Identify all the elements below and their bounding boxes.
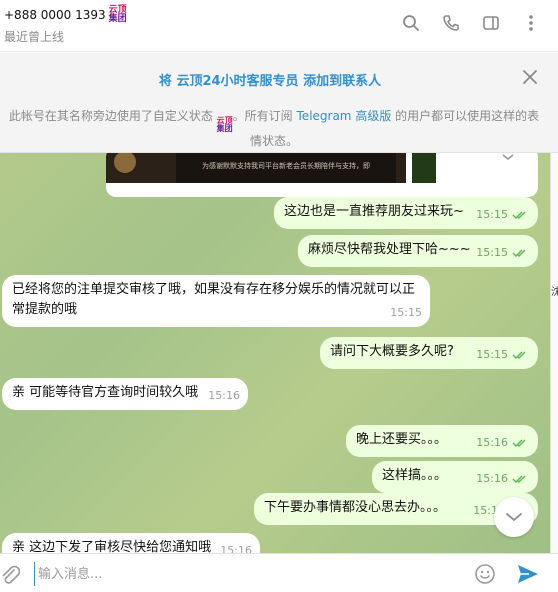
double-check-icon bbox=[512, 249, 526, 258]
message-text: 请问下大概要多久呢? bbox=[330, 344, 454, 359]
message-meta: 15:16 bbox=[208, 386, 240, 406]
message-text: 已经将您的注单提交审核了哦，如果没有存在移分娱乐的情况就可以正常提款的哦 bbox=[12, 282, 416, 317]
last-seen-status: 最近曾上线 bbox=[4, 30, 65, 44]
scroll-to-bottom-button[interactable] bbox=[494, 497, 534, 537]
chat-title[interactable]: +888 0000 1393 云顶 集团 bbox=[4, 6, 127, 24]
chat-header: +888 0000 1393 云顶 集团 最近曾上线 bbox=[0, 0, 558, 52]
sidebar-toggle-icon[interactable] bbox=[480, 12, 502, 34]
double-check-icon bbox=[512, 439, 526, 448]
message-meta: 15:16 bbox=[476, 433, 530, 453]
contact-logo: 云顶 集团 bbox=[109, 6, 127, 24]
message-composer bbox=[0, 553, 558, 592]
message-meta: 15:16 bbox=[476, 469, 530, 489]
message-input[interactable] bbox=[34, 562, 454, 586]
message-meta: 15:16 bbox=[220, 541, 252, 553]
message-bubble-out[interactable]: 晚上还要买。。。 15:16 bbox=[346, 425, 538, 457]
message-text: 这样搞。。。 bbox=[382, 468, 448, 483]
double-check-icon bbox=[512, 351, 526, 360]
chevron-down-icon bbox=[506, 513, 522, 522]
phone-icon[interactable] bbox=[440, 12, 462, 34]
message-text: 亲 可能等待官方查询时间较久哦 bbox=[12, 385, 199, 400]
message-list[interactable]: 为感谢默默支持我司平台新老会员长期陪伴与支持，即 这边也是一直推荐朋友过来玩~ … bbox=[0, 153, 550, 553]
more-vert-icon[interactable] bbox=[520, 12, 542, 34]
media-message[interactable]: 为感谢默默支持我司平台新老会员长期陪伴与支持，即 bbox=[106, 153, 538, 197]
message-bubble-out[interactable]: 请问下大概要多久呢? 15:15 bbox=[320, 337, 538, 369]
paperclip-icon[interactable] bbox=[0, 564, 21, 586]
message-bubble-in[interactable]: 已经将您的注单提交审核了哦，如果没有存在移分娱乐的情况就可以正常提款的哦 15:… bbox=[2, 275, 430, 327]
status-emoji-logo: 云顶 集团 bbox=[217, 117, 233, 133]
contact-phone[interactable]: +888 0000 1393 bbox=[4, 8, 106, 22]
double-check-icon bbox=[512, 475, 526, 484]
message-meta: 15:15 bbox=[476, 205, 530, 225]
header-actions bbox=[400, 12, 542, 34]
search-icon[interactable] bbox=[400, 12, 422, 34]
right-panel-glyph: 沈 bbox=[551, 287, 558, 298]
add-to-contacts-link[interactable]: 将 云顶24小时客服专员 添加到联系人 bbox=[0, 70, 540, 89]
double-check-icon bbox=[512, 211, 526, 220]
message-time: 15:15 bbox=[390, 306, 422, 319]
message-time: 15:15 bbox=[476, 208, 508, 221]
message-text: 亲 这边下发了审核尽快给您通知哦 bbox=[12, 540, 212, 553]
media-coin-graphic bbox=[114, 153, 136, 173]
message-bubble-in[interactable]: 亲 可能等待官方查询时间较久哦 15:16 bbox=[2, 378, 248, 410]
message-time: 15:16 bbox=[476, 436, 508, 449]
status-note-text: 此帐号在其名称旁边使用了自定义状态 bbox=[8, 109, 213, 123]
media-image-secondary[interactable] bbox=[412, 153, 436, 183]
status-note-after: 的用户都可以使用这样的表情状态。 bbox=[249, 109, 540, 148]
message-meta: 15:15 bbox=[390, 303, 422, 323]
status-note-middle: 。所有订阅 bbox=[232, 109, 293, 123]
custom-status-note: 此帐号在其名称旁边使用了自定义状态 云顶 集团 。所有订阅 Telegram 高… bbox=[0, 108, 548, 150]
message-meta: 15:15 bbox=[476, 345, 530, 365]
message-meta: 15:15 bbox=[476, 243, 530, 263]
right-panel-edge: 沈 bbox=[550, 153, 558, 553]
message-bubble-in[interactable]: 亲 这边下发了审核尽快给您通知哦 15:16 bbox=[2, 533, 260, 553]
message-time: 15:15 bbox=[476, 246, 508, 259]
close-icon[interactable] bbox=[520, 67, 540, 87]
message-bubble-out[interactable]: 这边也是一直推荐朋友过来玩~ 15:15 bbox=[274, 197, 538, 229]
message-bubble-out[interactable]: 麻烦尽快帮我处理下哈~~~ 15:15 bbox=[298, 235, 538, 267]
media-caption: 为感谢默默支持我司平台新老会员长期陪伴与支持，即 bbox=[202, 162, 370, 170]
status-logo-line2: 集团 bbox=[216, 124, 233, 133]
message-text: 麻烦尽快帮我处理下哈~~~ bbox=[308, 242, 471, 257]
emoji-icon[interactable] bbox=[474, 563, 496, 585]
message-bubble-out[interactable]: 这样搞。。。 15:16 bbox=[372, 461, 538, 493]
message-time: 15:16 bbox=[208, 389, 240, 402]
message-time: 15:16 bbox=[220, 544, 252, 553]
message-time: 15:16 bbox=[476, 472, 508, 485]
pinned-panel: 将 云顶24小时客服专员 添加到联系人 此帐号在其名称旁边使用了自定义状态 云顶… bbox=[0, 53, 558, 153]
message-text: 下午要办事情都没心思去办。。。 bbox=[264, 500, 447, 515]
media-image[interactable]: 为感谢默默支持我司平台新老会员长期陪伴与支持，即 bbox=[106, 153, 406, 183]
send-icon[interactable] bbox=[516, 563, 540, 585]
message-text: 晚上还要买。。。 bbox=[356, 432, 448, 447]
message-time: 15:15 bbox=[476, 348, 508, 361]
premium-link[interactable]: Telegram 高级版 bbox=[297, 109, 392, 123]
logo-line2: 集团 bbox=[108, 14, 127, 24]
message-text: 这边也是一直推荐朋友过来玩~ bbox=[284, 204, 464, 219]
